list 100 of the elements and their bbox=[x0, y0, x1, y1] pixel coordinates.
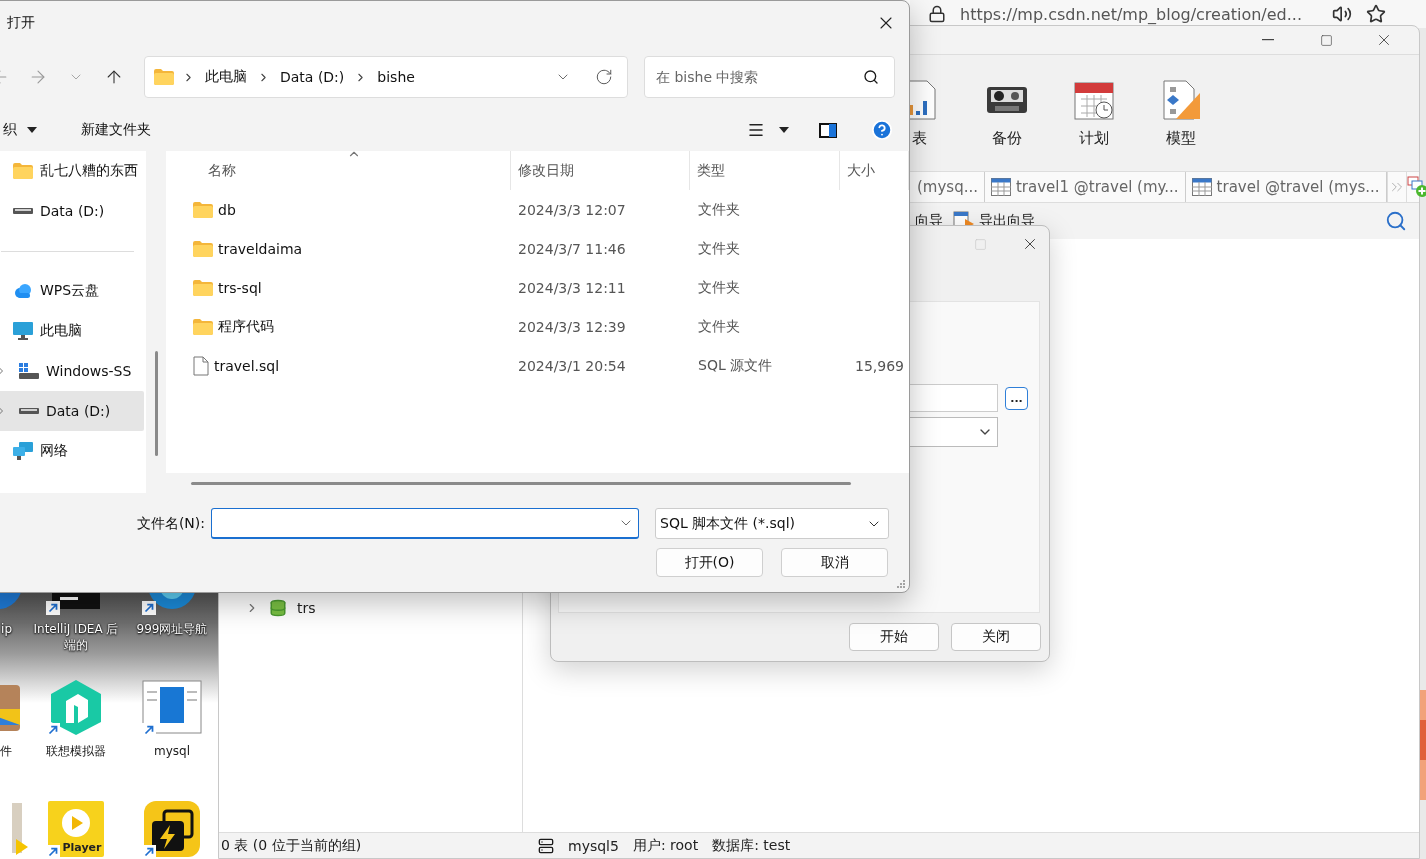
file-row[interactable]: db 2024/3/3 12:07 文件夹 bbox=[166, 190, 909, 229]
table-cell-text: 2024/3/3 12:39 bbox=[517, 318, 627, 335]
sidebar-item[interactable]: 此电脑 bbox=[0, 311, 144, 351]
file-row[interactable]: travel.sql 2024/3/1 20:54 SQL 源文件 15,969 bbox=[166, 346, 909, 385]
dialog-button[interactable]: 打开(O) bbox=[656, 548, 763, 577]
server-icon bbox=[538, 837, 554, 854]
file-row[interactable]: trs-sql 2024/3/3 12:11 文件夹 bbox=[166, 268, 909, 307]
file-icon bbox=[193, 355, 209, 376]
sidebar-item[interactable]: 乱七八糟的东西 bbox=[0, 151, 144, 191]
dialog-button[interactable]: 取消 bbox=[781, 548, 888, 577]
file-name: traveldaima bbox=[218, 240, 303, 257]
desktop-icon-label[interactable]: IntelliJ IDEA 后端的 bbox=[28, 621, 124, 654]
file-name: trs-sql bbox=[218, 279, 262, 296]
table-cell-text: SQL 源文件 bbox=[697, 356, 774, 375]
toolbar-button[interactable]: 备份 bbox=[963, 78, 1050, 148]
dialog-title: 打开 bbox=[7, 14, 35, 32]
icon-caption: Player bbox=[62, 841, 102, 854]
table-cell-text: 2024/3/3 12:11 bbox=[517, 279, 627, 296]
folder-icon bbox=[193, 240, 213, 257]
folder-icon bbox=[193, 201, 213, 218]
new-tab-button[interactable] bbox=[1405, 172, 1426, 202]
search-button[interactable] bbox=[1385, 210, 1407, 232]
sidebar-item[interactable]: WPS云盘 bbox=[0, 271, 144, 311]
desktop-icon-label[interactable]: ip bbox=[1, 621, 12, 638]
breadcrumb-item[interactable]: Data (D:) bbox=[278, 69, 347, 85]
status-text: 用户: root bbox=[632, 836, 699, 855]
file-name: travel.sql bbox=[214, 357, 280, 374]
address-bar[interactable]: 此电脑 Data (D:) bishe bbox=[144, 56, 628, 98]
resize-grip-icon[interactable] bbox=[896, 579, 906, 589]
toolbar-button[interactable]: 模型 bbox=[1137, 78, 1224, 148]
sidebar-item[interactable]: Data (D:) bbox=[0, 391, 144, 431]
new-folder-button[interactable]: 新建文件夹 bbox=[81, 121, 151, 139]
database-icon bbox=[269, 599, 287, 617]
breadcrumb-item[interactable]: 此电脑 bbox=[203, 68, 249, 86]
table-cell-text: 文件夹 bbox=[697, 278, 741, 297]
table-cell-text: 15,969 bbox=[854, 357, 905, 374]
sidebar-item[interactable]: Data (D:) bbox=[0, 191, 144, 231]
favorite-star-icon[interactable] bbox=[1366, 4, 1386, 24]
caret-icon bbox=[27, 127, 37, 133]
desktop-icon-label[interactable]: mysql bbox=[154, 743, 190, 760]
table-icon bbox=[991, 178, 1011, 196]
help-icon bbox=[871, 119, 893, 141]
player-app-icon[interactable]: Player bbox=[46, 799, 106, 859]
search-field[interactable]: 在 bishe 中搜索 bbox=[644, 56, 895, 98]
filename-field[interactable] bbox=[211, 508, 639, 539]
minimize-icon bbox=[1262, 39, 1274, 41]
sidebar-item[interactable]: Windows-SS bbox=[0, 351, 144, 391]
folder-icon bbox=[193, 279, 213, 296]
tab[interactable]: travel @travel (mys... bbox=[1185, 172, 1387, 202]
column-header[interactable]: 大小 bbox=[840, 151, 909, 190]
toolbar-button[interactable]: 计划 bbox=[1050, 78, 1137, 148]
status-text: 数据库: test bbox=[712, 836, 791, 855]
table-cell-text: 2024/3/3 12:07 bbox=[517, 201, 627, 218]
organize-menu[interactable]: 织 bbox=[3, 121, 37, 139]
drive-icon bbox=[19, 363, 39, 379]
column-header[interactable]: 修改日期 bbox=[511, 151, 690, 190]
search-icon bbox=[1385, 210, 1407, 232]
folder-icon bbox=[13, 163, 33, 179]
folder-icon bbox=[193, 318, 213, 335]
desktop-icon-label[interactable]: 联想模拟器 bbox=[46, 743, 106, 760]
file-name: 程序代码 bbox=[218, 317, 274, 336]
scrollbar-thumb[interactable] bbox=[191, 481, 851, 485]
maximize-icon bbox=[974, 237, 987, 251]
folder-icon bbox=[154, 69, 174, 85]
lightning-app-icon[interactable] bbox=[142, 799, 202, 859]
maximize-icon bbox=[1319, 33, 1333, 47]
tab[interactable]: travel1 @travel (my... bbox=[985, 172, 1186, 202]
dialog-button[interactable]: 开始 bbox=[849, 623, 939, 651]
scrollbar-thumb[interactable] bbox=[155, 351, 158, 456]
dialog-button[interactable]: 关闭 bbox=[951, 623, 1041, 651]
table-cell-text: 2024/3/7 11:46 bbox=[517, 240, 627, 257]
search-icon bbox=[863, 69, 879, 85]
drive-icon bbox=[19, 407, 39, 415]
file-type-select[interactable]: SQL 脚本文件 (*.sql) bbox=[655, 508, 889, 539]
file-row[interactable]: traveldaima 2024/3/7 11:46 文件夹 bbox=[166, 229, 909, 268]
breadcrumb-item[interactable]: bishe bbox=[375, 69, 417, 85]
desktop-icon-label[interactable]: 999网址导航 bbox=[136, 621, 208, 638]
file-row[interactable]: 程序代码 2024/3/3 12:39 文件夹 bbox=[166, 307, 909, 346]
column-header[interactable]: 类型 bbox=[690, 151, 840, 190]
file-name: db bbox=[218, 201, 236, 218]
browse-button[interactable]: ... bbox=[1005, 386, 1028, 410]
window-app-icon[interactable] bbox=[142, 677, 202, 737]
url-text[interactable]: https://mp.csdn.net/mp_blog/creation/ed... bbox=[960, 4, 1318, 24]
drive-icon bbox=[13, 207, 33, 215]
table-cell-text: 2024/3/1 20:54 bbox=[517, 357, 627, 374]
read-aloud-icon[interactable] bbox=[1332, 4, 1352, 24]
field-label: 文件名(N): bbox=[135, 514, 205, 533]
desktop-icon-label[interactable]: 件 bbox=[0, 743, 12, 760]
list-view-icon bbox=[747, 121, 765, 139]
tree-item[interactable]: trs bbox=[219, 594, 522, 622]
help-button[interactable] bbox=[869, 117, 895, 143]
sidebar-item[interactable]: 网络 bbox=[0, 431, 144, 471]
table-cell-text: 文件夹 bbox=[697, 239, 741, 258]
preview-pane-button[interactable] bbox=[817, 120, 839, 140]
column-header[interactable]: 名称 bbox=[166, 151, 511, 190]
table-cell-text: 文件夹 bbox=[697, 317, 741, 336]
status-text: mysql5 bbox=[568, 837, 619, 854]
tab[interactable]: (mysq... bbox=[911, 172, 985, 202]
refresh-icon[interactable] bbox=[595, 68, 613, 86]
preview-pane-icon bbox=[819, 122, 837, 138]
